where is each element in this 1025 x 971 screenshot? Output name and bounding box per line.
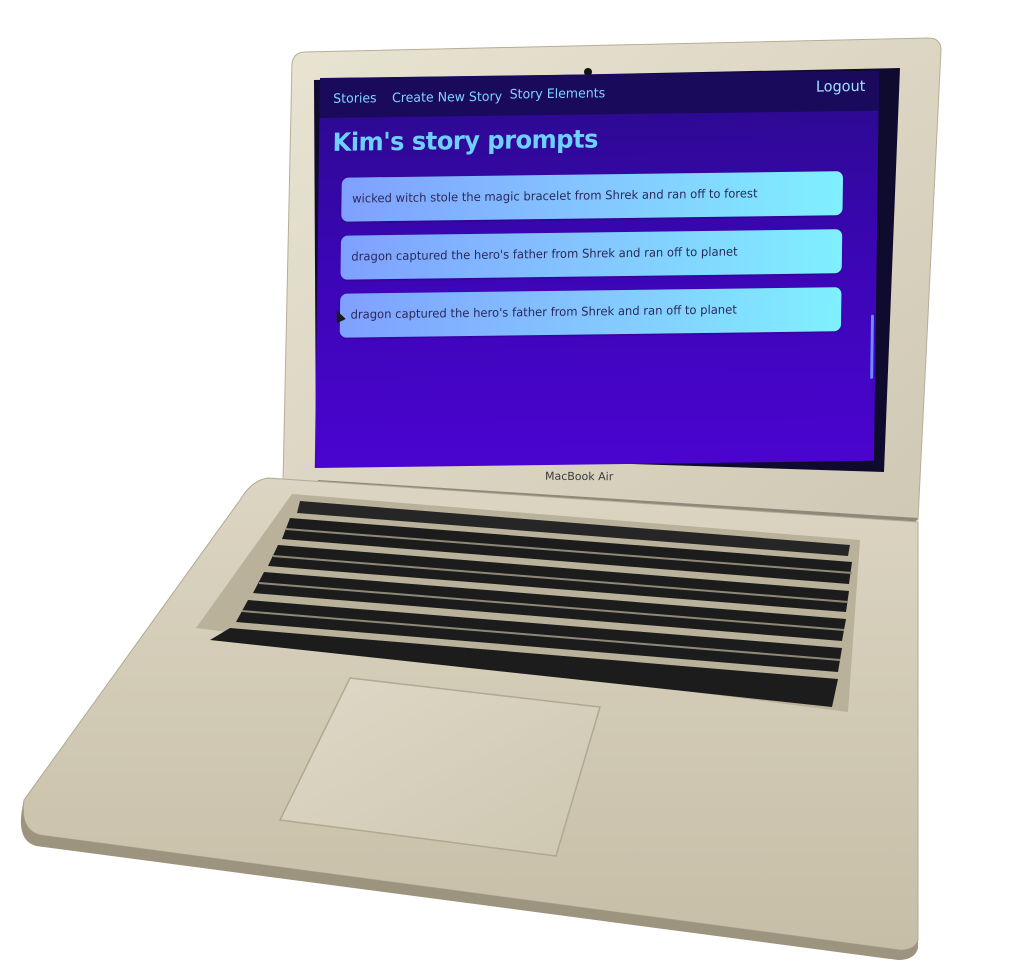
story-prompt-text: dragon captured the hero's father from S… (351, 244, 738, 264)
brand-label: MacBook Air (544, 469, 614, 484)
nav-create-new-story-link[interactable]: Create New Story (392, 90, 502, 106)
story-prompt-card[interactable]: dragon captured the hero's father from S… (339, 287, 842, 338)
scrollbar-thumb[interactable] (870, 314, 874, 379)
photo-stage: Stories Create New Story Story Elements … (0, 0, 1025, 971)
story-prompt-text: dragon captured the hero's father from S… (350, 302, 737, 322)
story-prompt-card[interactable]: wicked witch stole the magic bracelet fr… (341, 171, 844, 222)
nav-story-elements-link[interactable]: Story Elements (510, 86, 606, 102)
story-prompt-text: wicked witch stole the magic bracelet fr… (352, 186, 758, 206)
story-prompt-card[interactable]: dragon captured the hero's father from S… (340, 229, 843, 280)
nav-stories-link[interactable]: Stories (333, 91, 377, 107)
top-nav-bar: Stories Create New Story Story Elements … (319, 70, 880, 118)
app-screen: Stories Create New Story Story Elements … (314, 70, 880, 468)
page-title: Kim's story prompts (332, 124, 599, 157)
logout-link[interactable]: Logout (816, 77, 866, 96)
